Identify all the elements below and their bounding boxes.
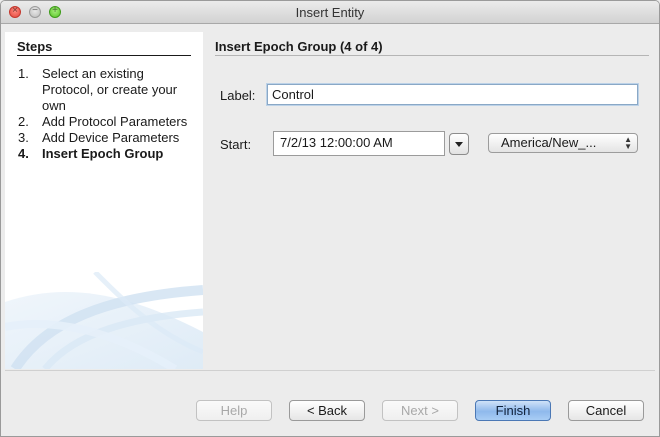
window-title: Insert Entity <box>295 5 365 20</box>
step-number: 2. <box>18 114 29 129</box>
insert-entity-window: × − + Insert Entity Steps 1. Select an e… <box>0 0 660 437</box>
step-item-1: 1. Select an existing Protocol, or creat… <box>18 66 198 114</box>
steps-heading: Steps <box>17 39 191 56</box>
start-date-field[interactable]: 7/2/13 12:00:00 AM <box>273 131 445 156</box>
timezone-select[interactable]: America/New_... ▲ ▼ <box>488 133 638 153</box>
step-item-3: 3. Add Device Parameters <box>18 130 198 146</box>
date-picker-dropdown-button[interactable] <box>449 133 469 155</box>
select-arrows-icon: ▲ ▼ <box>624 135 632 151</box>
cancel-button[interactable]: Cancel <box>568 400 644 421</box>
finish-button[interactable]: Finish <box>475 400 551 421</box>
step-item-2: 2. Add Protocol Parameters <box>18 114 198 130</box>
steps-list: 1. Select an existing Protocol, or creat… <box>18 66 198 162</box>
next-button[interactable]: Next > <box>382 400 458 421</box>
step-label: Add Protocol Parameters <box>42 114 188 129</box>
page-title: Insert Epoch Group (4 of 4) <box>215 39 649 56</box>
title-bar: × − + Insert Entity <box>1 1 659 24</box>
start-caption: Start: <box>220 137 252 152</box>
back-button[interactable]: < Back <box>289 400 365 421</box>
decorative-swoosh-graphic <box>5 272 203 369</box>
label-caption: Label: <box>220 88 256 103</box>
step-number: 1. <box>18 66 29 81</box>
step-label: Select an existing Protocol, or create y… <box>42 66 178 113</box>
step-label: Insert Epoch Group <box>42 146 164 161</box>
timezone-selected-value: America/New_... <box>501 135 597 150</box>
help-button[interactable]: Help <box>196 400 272 421</box>
footer-divider <box>5 370 655 371</box>
label-input[interactable]: Control <box>267 84 638 105</box>
step-item-4: 4. Insert Epoch Group <box>18 146 198 162</box>
step-number: 3. <box>18 130 29 145</box>
steps-panel: Steps 1. Select an existing Protocol, or… <box>5 32 203 369</box>
step-number: 4. <box>18 146 29 161</box>
step-label: Add Device Parameters <box>42 130 180 145</box>
